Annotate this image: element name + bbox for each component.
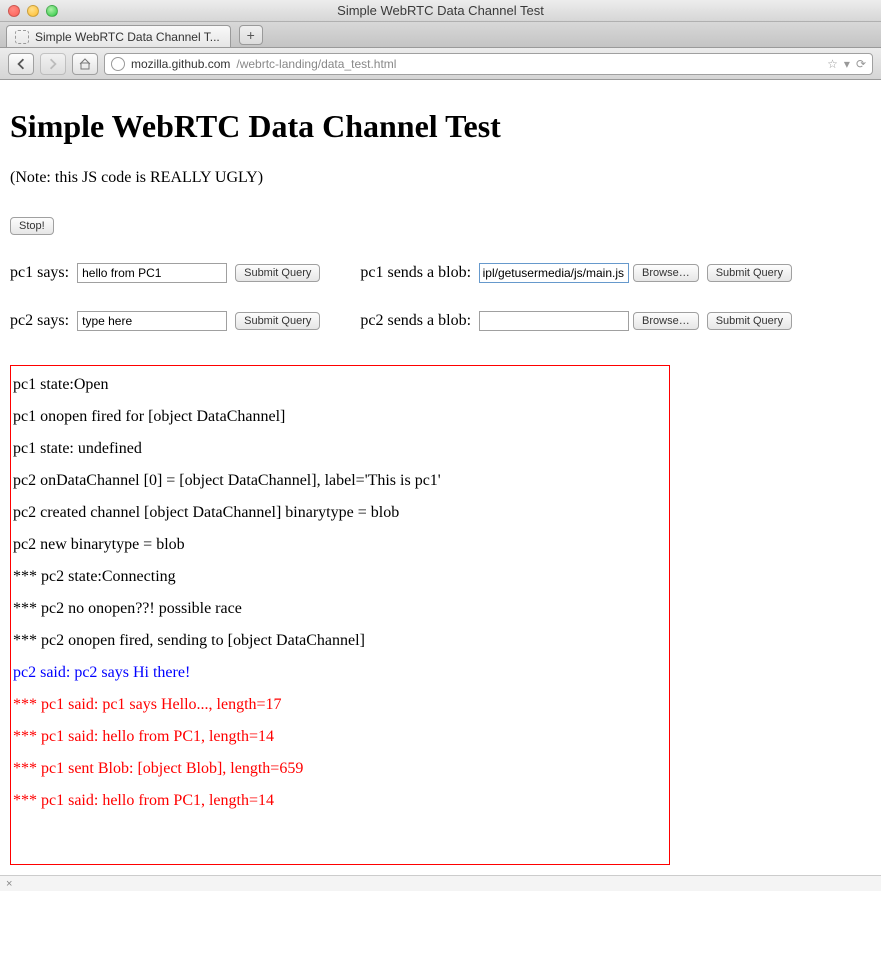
log-line: pc2 onDataChannel [0] = [object DataChan… (13, 472, 667, 490)
log-line: pc2 said: pc2 says Hi there! (13, 664, 667, 682)
statusbar: × (0, 875, 881, 891)
page-heading: Simple WebRTC Data Channel Test (10, 108, 871, 145)
pc1-says-label: pc1 says: (10, 264, 69, 282)
url-path: /webrtc-landing/data_test.html (236, 57, 396, 71)
home-button[interactable] (72, 53, 98, 75)
dropdown-icon[interactable]: ▾ (844, 57, 850, 71)
pc1-blob-browse[interactable]: Browse… (633, 264, 699, 282)
pc2-says-label: pc2 says: (10, 312, 69, 330)
home-icon (79, 58, 91, 70)
pc2-blob-file-field[interactable] (479, 311, 629, 331)
log-line: *** pc1 said: hello from PC1, length=14 (13, 728, 667, 746)
reload-icon[interactable]: ⟳ (856, 57, 866, 71)
plus-icon: + (247, 27, 255, 43)
page-content: Simple WebRTC Data Channel Test (Note: t… (0, 80, 881, 875)
window-title: Simple WebRTC Data Channel Test (0, 3, 881, 18)
page-icon (15, 30, 29, 44)
log-line: pc2 created channel [object DataChannel]… (13, 504, 667, 522)
back-button[interactable] (8, 53, 34, 75)
pc2-says-input[interactable] (77, 311, 227, 331)
page-note: (Note: this JS code is REALLY UGLY) (10, 169, 871, 187)
log-line: *** pc2 no onopen??! possible race (13, 600, 667, 618)
pc1-says-input[interactable] (77, 263, 227, 283)
titlebar: Simple WebRTC Data Channel Test (0, 0, 881, 22)
zoom-window-button[interactable] (46, 5, 58, 17)
pc1-blob-label: pc1 sends a blob: (360, 264, 471, 282)
tab-label: Simple WebRTC Data Channel T... (35, 30, 220, 44)
log-line: *** pc2 state:Connecting (13, 568, 667, 586)
stop-button[interactable]: Stop! (10, 217, 54, 235)
pc2-blob-browse[interactable]: Browse… (633, 312, 699, 330)
forward-icon (47, 58, 59, 70)
pc1-blob-file-field[interactable]: ipl/getusermedia/js/main.js (479, 263, 629, 283)
new-tab-button[interactable]: + (239, 25, 263, 45)
close-window-button[interactable] (8, 5, 20, 17)
log-line: *** pc1 said: hello from PC1, length=14 (13, 792, 667, 810)
toolbar: mozilla.github.com/webrtc-landing/data_t… (0, 48, 881, 80)
forward-button[interactable] (40, 53, 66, 75)
statusbar-text: × (6, 878, 12, 890)
tabbar: Simple WebRTC Data Channel T... + (0, 22, 881, 48)
browser-tab[interactable]: Simple WebRTC Data Channel T... (6, 25, 231, 47)
log-line: pc1 onopen fired for [object DataChannel… (13, 408, 667, 426)
pc2-says-submit[interactable]: Submit Query (235, 312, 320, 330)
pc2-blob-label: pc2 sends a blob: (360, 312, 471, 330)
pc1-blob-submit[interactable]: Submit Query (707, 264, 792, 282)
log-line: *** pc1 sent Blob: [object Blob], length… (13, 760, 667, 778)
log-line: *** pc1 said: pc1 says Hello..., length=… (13, 696, 667, 714)
url-host: mozilla.github.com (131, 57, 230, 71)
traffic-lights (8, 5, 58, 17)
pc1-says-submit[interactable]: Submit Query (235, 264, 320, 282)
back-icon (15, 58, 27, 70)
url-bar[interactable]: mozilla.github.com/webrtc-landing/data_t… (104, 53, 873, 75)
log-panel[interactable]: pc1 state:Open pc1 onopen fired for [obje… (10, 365, 670, 865)
minimize-window-button[interactable] (27, 5, 39, 17)
log-line: pc2 new binarytype = blob (13, 536, 667, 554)
bookmark-star-icon[interactable]: ☆ (827, 57, 838, 71)
pc2-blob-submit[interactable]: Submit Query (707, 312, 792, 330)
url-actions: ☆ ▾ ⟳ (827, 57, 866, 71)
log-line: pc1 state:Open (13, 376, 667, 394)
log-line: *** pc2 onopen fired, sending to [object… (13, 632, 667, 650)
log-line: pc1 state: undefined (13, 440, 667, 458)
globe-icon (111, 57, 125, 71)
